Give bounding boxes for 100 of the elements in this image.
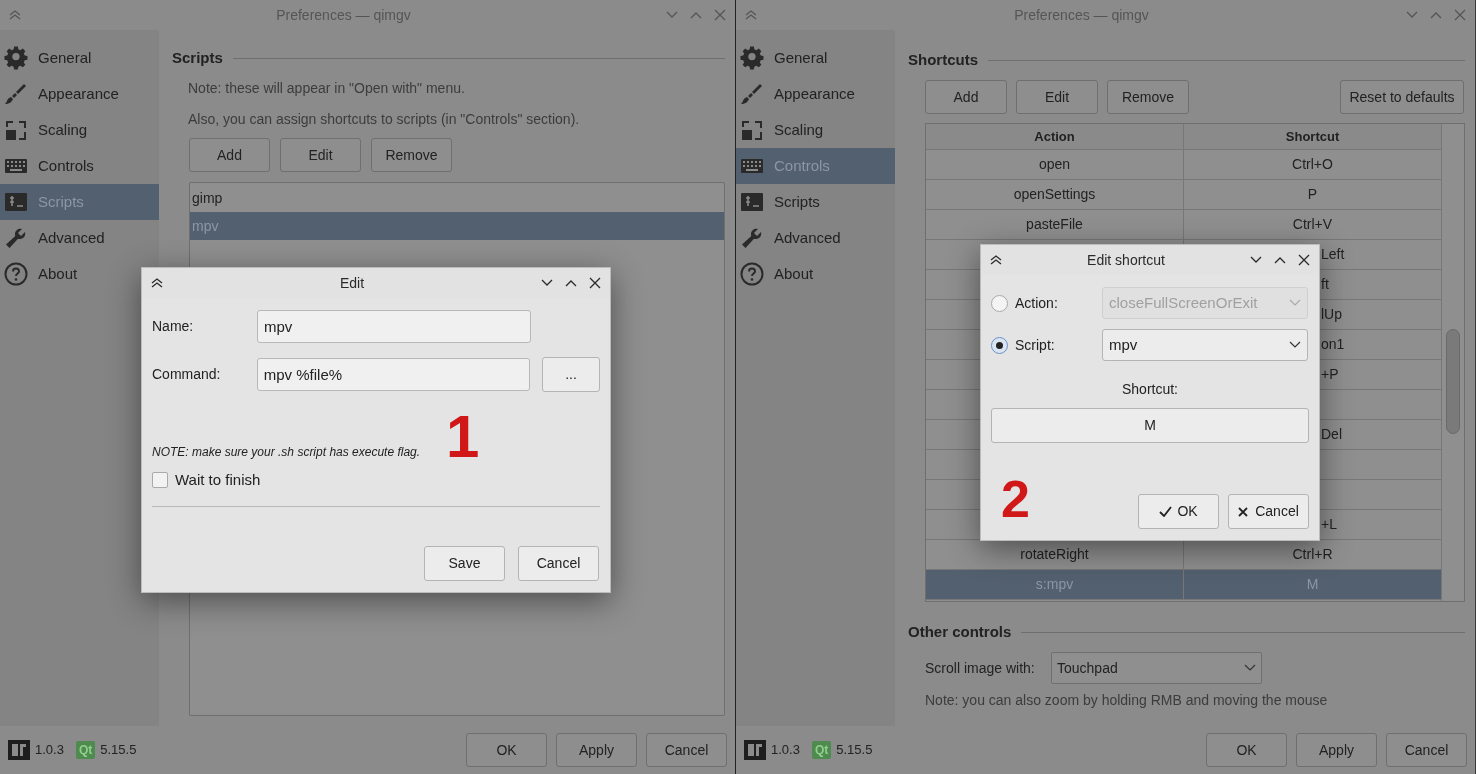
annotation-number: 2 <box>1001 473 1030 525</box>
wrench-icon <box>4 226 28 250</box>
note-text: NOTE: make sure your .sh script has execute flag. <box>152 444 421 461</box>
action-button[interactable]: Remove <box>1107 80 1189 114</box>
terminal-icon <box>4 190 28 214</box>
sidebar-item[interactable]: General <box>0 40 159 76</box>
sidebar-item[interactable]: About <box>736 256 895 292</box>
brush-icon <box>4 82 28 106</box>
column-header[interactable]: Shortcut <box>1184 124 1441 149</box>
gear-icon <box>740 46 764 70</box>
name-field[interactable]: mpv <box>257 310 531 343</box>
action-button[interactable]: Edit <box>280 138 361 172</box>
sidebar-item[interactable]: Scaling <box>0 112 159 148</box>
table-row[interactable]: pasteFile Ctrl+V <box>926 210 1441 240</box>
window-title: Edit <box>339 273 365 293</box>
table-cell-text: +L <box>1321 515 1337 534</box>
table-cell-text: Del <box>1321 425 1342 444</box>
table-cell-text: Ctrl+V <box>1292 215 1333 234</box>
gear-icon <box>4 46 28 70</box>
chevron-down-icon <box>1289 299 1301 307</box>
sidebar-item[interactable]: About <box>0 256 159 292</box>
wrench-icon <box>740 226 764 250</box>
field-label: Command: <box>152 365 222 384</box>
app-logo-icon <box>744 740 766 760</box>
check-icon <box>1159 506 1173 517</box>
field-label: Name: <box>152 317 195 336</box>
table-cell-text: s:mpv <box>1035 575 1074 594</box>
ok-button[interactable]: OK <box>1138 494 1219 529</box>
table-cell-text: Ctrl+R <box>1292 545 1333 564</box>
version-text: 1.0.3 <box>35 741 64 760</box>
sidebar-item[interactable]: General <box>736 40 895 76</box>
table-cell-text: lUp <box>1321 305 1342 324</box>
help-icon <box>4 262 28 286</box>
field-label: Scroll image with: <box>925 658 1036 678</box>
dialog-button[interactable]: OK <box>1206 733 1287 767</box>
table-cell-text: Ctrl+O <box>1292 155 1333 174</box>
table-cell-text: on1 <box>1321 335 1345 354</box>
keep-above-icon[interactable] <box>150 276 164 290</box>
version-text: 1.0.3 <box>771 741 800 760</box>
wait-checkbox[interactable]: Wait to finish <box>152 469 272 492</box>
table-cell-text: ft <box>1321 275 1329 294</box>
note-text: Note: you can also zoom by holding RMB and moving the mouse <box>925 691 1329 710</box>
field-label: Shortcut: <box>1122 380 1178 399</box>
qt-badge: Qt <box>75 741 96 759</box>
table-cell-text: openSettings <box>1013 185 1096 204</box>
reset-button[interactable]: Reset to defaults <box>1340 80 1464 114</box>
action-button[interactable]: Remove <box>371 138 452 172</box>
dialog-button[interactable]: Save <box>424 546 505 581</box>
dialog-button[interactable]: Apply <box>1296 733 1377 767</box>
action-button[interactable]: Add <box>189 138 270 172</box>
table-cell-text: M <box>1306 575 1319 594</box>
list-item[interactable]: gimp <box>190 184 724 212</box>
sidebar-item[interactable]: Advanced <box>736 220 895 256</box>
table-cell-text: Left <box>1321 245 1345 264</box>
window-title: Edit shortcut <box>1087 250 1165 270</box>
scaling-icon <box>4 118 28 142</box>
table-cell-text: open <box>1038 155 1071 174</box>
dialog-button[interactable]: OK <box>466 733 547 767</box>
close-icon[interactable] <box>588 276 602 290</box>
column-header[interactable]: Action <box>926 124 1184 149</box>
terminal-icon <box>740 190 764 214</box>
section-title: Scripts <box>172 47 223 68</box>
section-title: Shortcuts <box>908 49 978 70</box>
dialog-button[interactable]: Cancel <box>518 546 599 581</box>
note-text: Also, you can assign shortcuts to scripts (in "Controls" section). <box>188 110 581 129</box>
table-cell-text: +P <box>1321 365 1339 384</box>
table-cell-text: P <box>1307 185 1318 204</box>
qt-version-text: 5.15.5 <box>836 741 873 760</box>
cancel-button[interactable]: Cancel <box>1228 494 1309 529</box>
close-icon[interactable] <box>1297 253 1311 267</box>
section-title: Other controls <box>908 621 1012 642</box>
action-button[interactable]: Edit <box>1016 80 1098 114</box>
dropdown[interactable]: mpv <box>1102 329 1308 361</box>
keep-above-icon[interactable] <box>989 253 1003 267</box>
chevron-down-icon <box>1289 341 1301 349</box>
radio-option[interactable]: Script: <box>991 334 1102 356</box>
annotation-number: 1 <box>446 407 480 467</box>
shortcut-field[interactable]: M <box>991 408 1309 443</box>
qt-badge: Qt <box>811 741 832 759</box>
scroll-dropdown[interactable]: Touchpad <box>1051 652 1262 684</box>
table-row[interactable]: open Ctrl+O <box>926 150 1441 180</box>
sidebar-item[interactable]: Appearance <box>0 76 159 112</box>
qt-version-text: 5.15.5 <box>100 741 137 760</box>
action-button[interactable]: Add <box>925 80 1007 114</box>
table-cell-text: pasteFile <box>1026 215 1083 234</box>
app-logo-icon <box>8 740 30 760</box>
sidebar-item[interactable]: Appearance <box>736 76 895 112</box>
sidebar-item[interactable]: Scripts <box>736 184 895 220</box>
browse-button[interactable]: ... <box>542 357 600 392</box>
brush-icon <box>740 82 764 106</box>
sidebar-item[interactable]: Advanced <box>0 220 159 256</box>
sidebar-item[interactable]: Scaling <box>736 112 895 148</box>
close-icon <box>1238 506 1249 517</box>
command-field[interactable]: mpv %file% <box>256 358 531 391</box>
sidebar-item[interactable]: Controls <box>0 148 159 184</box>
help-icon <box>740 262 764 286</box>
dialog-button[interactable]: Cancel <box>646 733 727 767</box>
dialog-button[interactable]: Cancel <box>1386 733 1467 767</box>
table-row[interactable]: openSettings P <box>926 180 1441 210</box>
dialog-button[interactable]: Apply <box>556 733 637 767</box>
